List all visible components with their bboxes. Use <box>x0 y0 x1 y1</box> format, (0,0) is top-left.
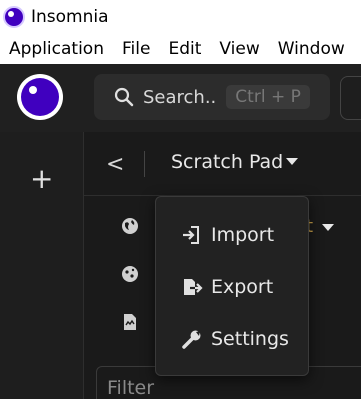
menu-view[interactable]: View <box>210 39 268 59</box>
menu-bar: Application File Edit View Window <box>0 34 361 64</box>
menu-file[interactable]: File <box>113 39 159 59</box>
environment-chevron-icon[interactable] <box>322 224 334 231</box>
logo-inner <box>21 78 59 116</box>
wrench-icon <box>182 330 201 349</box>
search-shortcut-badge: Ctrl + P <box>226 85 310 109</box>
menu-edit[interactable]: Edit <box>159 39 210 59</box>
header-right-control[interactable] <box>340 76 361 120</box>
workspace-title[interactable]: Scratch Pad <box>171 151 283 173</box>
search-label: Search.. <box>143 86 217 108</box>
search-icon <box>114 87 134 107</box>
menu-item-label: Export <box>211 276 274 298</box>
import-icon <box>183 226 199 244</box>
add-button[interactable]: + <box>30 165 53 193</box>
panel-header: < Scratch Pad <box>84 132 361 196</box>
back-button[interactable]: < <box>106 152 124 177</box>
menu-application[interactable]: Application <box>0 39 113 59</box>
window-title: Insomnia <box>31 7 109 27</box>
export-icon <box>184 279 203 295</box>
document-icon[interactable] <box>120 312 140 332</box>
menu-item-label: Import <box>211 224 275 246</box>
menu-item-label: Settings <box>211 328 289 350</box>
menu-window[interactable]: Window <box>269 39 354 59</box>
insomnia-app-icon <box>3 6 25 28</box>
menu-item-export[interactable]: Export <box>156 263 310 311</box>
chevron-down-icon[interactable] <box>286 158 298 165</box>
header-divider <box>144 151 145 177</box>
window-titlebar: Insomnia <box>0 0 361 34</box>
menu-item-settings[interactable]: Settings <box>156 315 310 363</box>
globe-icon[interactable] <box>120 216 140 236</box>
cookie-icon[interactable] <box>120 264 140 284</box>
search-bar[interactable]: Search.. Ctrl + P <box>94 74 330 120</box>
menu-item-import[interactable]: Import <box>156 211 310 259</box>
app-header: Search.. Ctrl + P <box>0 64 361 132</box>
filter-placeholder: Filter <box>107 377 155 399</box>
left-rail: + <box>0 132 84 399</box>
workspace-dropdown-menu: Import Export Settings <box>155 196 309 376</box>
insomnia-logo[interactable] <box>17 74 63 120</box>
